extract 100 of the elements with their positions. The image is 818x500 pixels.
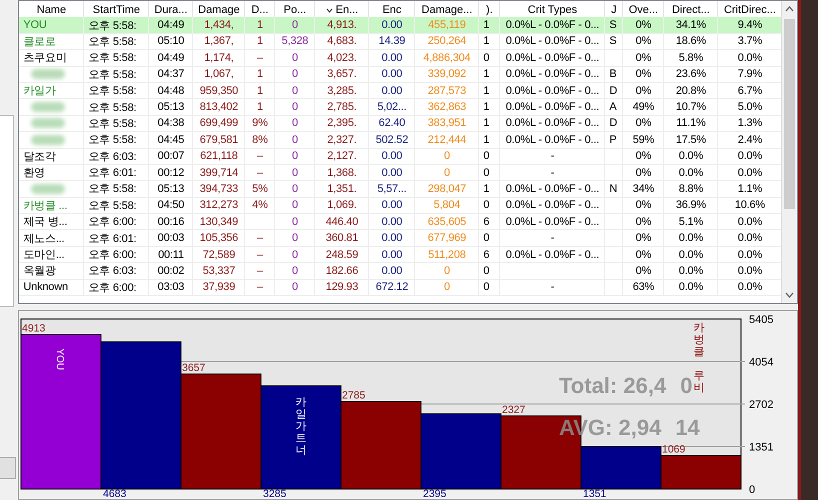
scrollbar-thumb[interactable] — [784, 19, 796, 209]
table-cell: 5.0% — [718, 99, 782, 116]
table-cell: 130,349 — [193, 214, 246, 230]
table-cell: 00:03 — [149, 230, 194, 247]
table-cell: 18.6% — [664, 34, 718, 50]
table-cell: 383,951 — [415, 116, 480, 132]
table-cell: 0 — [479, 280, 500, 296]
name-cell[interactable] — [19, 99, 84, 116]
table-cell: 05:13 — [149, 99, 194, 116]
table-cell: 621,118 — [193, 148, 246, 165]
table-cell: 0.00 — [369, 246, 416, 264]
table-cell: 00:16 — [149, 214, 194, 230]
table-cell: 813,402 — [193, 99, 246, 116]
table-cell: 63% — [623, 280, 664, 296]
table-cell: 0 — [479, 198, 500, 214]
table-cell: 0 — [275, 17, 316, 34]
bar-value-label: 4683 — [103, 488, 127, 497]
table-cell: – — [245, 230, 276, 247]
table-cell: 0% — [623, 214, 664, 230]
table-cell: 339,092 — [415, 66, 480, 83]
table-cell: 0.0%L - 0.0%F - 0... — [500, 99, 606, 116]
table-cell: 1,367, — [193, 34, 246, 50]
table-cell: 0% — [623, 164, 664, 182]
table-cell: 0.00 — [369, 50, 416, 67]
name-cell[interactable]: 환영 — [19, 164, 84, 182]
scroll-down-icon[interactable] — [785, 292, 794, 298]
table-cell: 6 — [479, 246, 500, 264]
table-cell: 1.1% — [718, 181, 782, 198]
table-cell: 959,350 — [193, 82, 246, 100]
blurred-name — [31, 118, 66, 128]
table-cell: 3.7% — [718, 34, 782, 50]
table-cell: 8% — [245, 132, 276, 149]
table-cell: 0 — [415, 148, 480, 165]
table-cell: 5.1% — [664, 214, 718, 230]
table-cell: 6.7% — [718, 82, 782, 100]
table-cell: – — [245, 50, 276, 67]
table-cell: 0.0% — [718, 164, 782, 182]
bar-value-label: 2327 — [502, 404, 526, 416]
table-cell: 오후 5:58: — [84, 82, 150, 100]
table-cell: – — [245, 263, 276, 280]
name-cell[interactable]: YOU — [19, 17, 84, 34]
bar-value-label: 3657 — [182, 362, 206, 374]
table-cell: 0.0% — [664, 230, 718, 247]
name-cell[interactable]: 클로로 — [19, 34, 84, 50]
name-cell[interactable]: 도마인... — [19, 246, 84, 264]
table-cell: 오후 6:00: — [84, 246, 150, 264]
table-cell: 0 — [275, 246, 316, 264]
table-cell: 4,683. — [315, 34, 370, 50]
name-cell[interactable]: 츠쿠요미 — [19, 50, 84, 67]
table-cell: 0.0% — [718, 280, 782, 296]
table-cell: – — [245, 164, 276, 182]
table-cell: 0 — [275, 198, 316, 214]
name-cell[interactable] — [19, 181, 84, 198]
table-cell: S — [605, 34, 624, 50]
name-cell[interactable]: Unknown — [19, 280, 84, 296]
table-cell: 0.0%L - 0.0%F - 0... — [500, 66, 606, 83]
table-cell: 4,886,304 — [415, 50, 480, 67]
bar-value-label: 2785 — [342, 389, 366, 402]
name-cell[interactable] — [19, 66, 84, 83]
name-cell[interactable]: 제노스... — [19, 230, 84, 247]
name-cell[interactable]: 카벙클 ... — [19, 198, 84, 214]
table-cell: 1 — [245, 34, 276, 50]
table-cell: 1 — [245, 99, 276, 116]
scroll-up-icon[interactable] — [785, 6, 794, 12]
name-cell[interactable] — [19, 116, 84, 132]
blurred-name — [31, 184, 66, 194]
table-cell: 1 — [479, 132, 500, 149]
table-cell: 0.0% — [664, 263, 718, 280]
table-cell: 679,581 — [193, 132, 246, 149]
table-cell: 0 — [275, 230, 316, 247]
table-cell: - — [500, 280, 606, 296]
table-cell: 14.39 — [369, 34, 416, 50]
table-cell: 1,174, — [193, 50, 246, 67]
table-cell: 0.0%L - 0.0%F - 0... — [500, 116, 606, 132]
table-cell: 0.0% — [718, 230, 782, 247]
table-cell: 오후 6:03: — [84, 148, 150, 165]
table-cell: 6 — [479, 214, 500, 230]
table-cell: 0% — [623, 34, 664, 50]
table-cell: 1 — [245, 82, 276, 100]
table-cell: 03:03 — [149, 280, 194, 296]
side-button[interactable] — [0, 457, 16, 479]
name-cell[interactable] — [19, 132, 84, 149]
name-cell[interactable]: 달조각 — [19, 148, 84, 165]
table-cell: 7.9% — [718, 66, 782, 83]
table-cell: 1 — [479, 66, 500, 83]
table-cell: 298,047 — [415, 181, 480, 198]
table-cell: 1 — [479, 181, 500, 198]
table-cell: 0 — [275, 99, 316, 116]
name-cell[interactable]: 카일가 — [19, 82, 84, 100]
bar-value-label: 4913 — [22, 322, 46, 334]
table-cell: 37,939 — [193, 280, 246, 296]
blurred-name — [31, 102, 66, 112]
table-cell: 오후 6:00: — [84, 280, 150, 296]
table-cell: 오후 5:58: — [84, 181, 150, 198]
name-cell[interactable]: 옥월광 — [19, 263, 84, 280]
table-cell: D — [605, 116, 624, 132]
table-cell: 1,368. — [315, 164, 370, 182]
table-cell: 0.0% — [718, 50, 782, 67]
name-cell[interactable]: 제국 병... — [19, 214, 84, 230]
table-cell: 0 — [275, 263, 316, 280]
